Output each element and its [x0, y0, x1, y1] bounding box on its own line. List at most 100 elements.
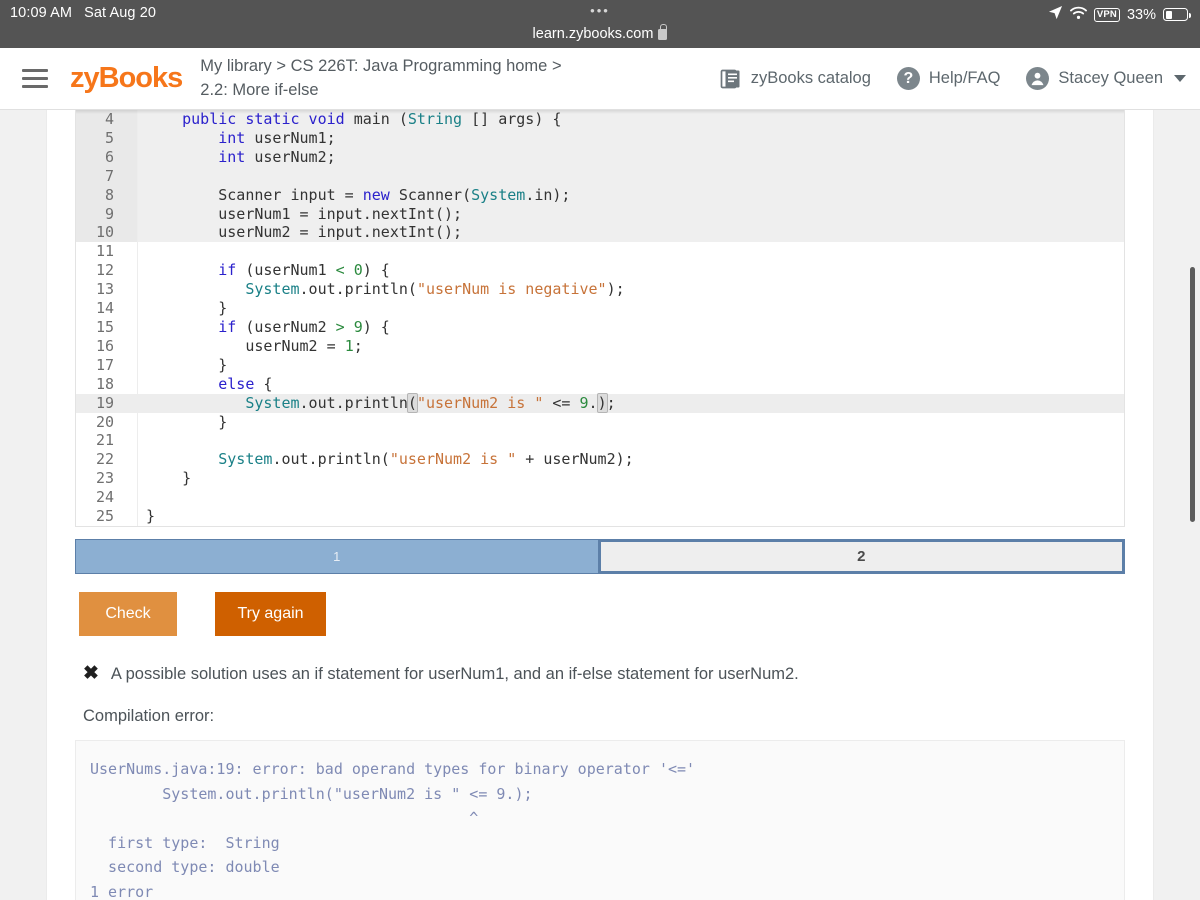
vertical-scrollbar[interactable]	[1190, 267, 1195, 522]
code-token: >	[335, 317, 345, 336]
code-token: ) {	[362, 261, 390, 280]
gutter-divider	[124, 507, 138, 526]
code-token: 1	[344, 336, 354, 355]
line-number: 22	[95, 450, 114, 469]
code-line[interactable]: 18 else {	[76, 374, 1124, 394]
code-line[interactable]: 10 userNum2 = input.nextInt();	[76, 223, 1124, 243]
code-token: userNum2 =	[146, 336, 345, 355]
code-text: }	[138, 299, 227, 318]
battery-percent: 33%	[1126, 6, 1156, 23]
code-text: }	[138, 413, 227, 432]
check-button[interactable]: Check	[79, 591, 177, 636]
code-line[interactable]: 9 userNum1 = input.nextInt();	[76, 204, 1124, 224]
code-text: int userNum1;	[138, 128, 336, 148]
status-time: 10:09 AM	[10, 5, 73, 21]
user-avatar-icon	[1026, 67, 1050, 90]
line-number: 16	[95, 336, 114, 355]
matching-paren-highlight: )	[596, 392, 608, 413]
code-token: System	[218, 450, 273, 469]
gutter-divider	[124, 261, 138, 281]
line-number: 11	[95, 242, 114, 261]
code-token: .in);	[525, 185, 571, 204]
line-number: 19	[95, 393, 114, 412]
code-line[interactable]: 17 }	[76, 355, 1124, 375]
gutter-divider	[124, 336, 138, 356]
code-line[interactable]: 11	[76, 242, 1124, 262]
account-menu[interactable]: Stacey Queen	[1026, 67, 1186, 90]
code-token: System	[471, 185, 526, 204]
status-bar-center: ••• learn.zybooks.com	[0, 4, 1200, 42]
code-token: int	[218, 147, 246, 166]
code-token: int	[218, 128, 246, 147]
code-token: if	[218, 317, 237, 336]
code-line[interactable]: 14 }	[76, 299, 1124, 318]
code-line[interactable]: 4 public static void main (String [] arg…	[76, 110, 1124, 129]
line-number: 5	[76, 128, 124, 148]
x-mark-icon: ✖	[83, 662, 99, 684]
code-line[interactable]: 23 }	[76, 469, 1124, 489]
code-line[interactable]: 22 System.out.println("userNum2 is " + u…	[76, 450, 1124, 470]
gutter-divider	[124, 355, 138, 375]
gutter-divider	[124, 128, 138, 148]
code-line[interactable]: 21	[76, 431, 1124, 451]
compilation-error-label: Compilation error:	[83, 707, 215, 726]
hamburger-menu-icon[interactable]	[22, 69, 48, 88]
line-number: 24	[95, 488, 114, 507]
code-token: (userNum1	[236, 261, 336, 280]
line-number: 6	[76, 147, 124, 167]
code-line[interactable]: 20 }	[76, 412, 1124, 432]
code-line[interactable]: 6 int userNum2;	[76, 147, 1124, 167]
try-again-button[interactable]: Try again	[215, 591, 326, 636]
more-dots-icon[interactable]: •••	[590, 4, 610, 17]
code-token: }	[146, 507, 156, 526]
breadcrumb[interactable]: My library > CS 226T: Java Programming h…	[200, 55, 561, 103]
code-line[interactable]: 8 Scanner input = new Scanner(System.in)…	[76, 185, 1124, 205]
code-token: }	[146, 355, 228, 374]
code-text: System.out.println("userNum2 is " <= 9.)…	[138, 392, 616, 413]
line-number: 7	[76, 166, 124, 186]
content-inner: 4 public static void main (String [] arg…	[47, 110, 1153, 900]
test-case-tab-1[interactable]: 1	[75, 538, 598, 574]
code-line[interactable]: 12 if (userNum1 < 0) {	[76, 261, 1124, 281]
vpn-badge: VPN	[1093, 7, 1120, 22]
help-faq-button[interactable]: ? Help/FAQ	[896, 67, 1000, 90]
code-token: ) {	[362, 317, 390, 336]
code-editor[interactable]: 4 public static void main (String [] arg…	[75, 110, 1125, 527]
zybooks-logo[interactable]: zyBooks	[70, 62, 183, 95]
code-text: }	[138, 507, 155, 526]
code-token: else	[218, 374, 255, 393]
code-line[interactable]: 7	[76, 166, 1124, 186]
code-text: }	[138, 469, 191, 488]
code-token: <	[335, 261, 345, 280]
code-line[interactable]: 16 userNum2 = 1;	[76, 336, 1124, 356]
code-token: Scanner input =	[146, 185, 363, 204]
code-token: .out.println	[299, 393, 408, 412]
address-display[interactable]: learn.zybooks.com	[533, 24, 668, 42]
code-token: userNum1;	[245, 128, 336, 147]
code-line[interactable]: 5 int userNum1;	[76, 128, 1124, 148]
code-token: 9	[353, 317, 363, 336]
code-line[interactable]: 19 System.out.println("userNum2 is " <= …	[76, 392, 1124, 413]
page-body: 4 public static void main (String [] arg…	[0, 110, 1200, 900]
code-token: + userNum2);	[516, 450, 634, 469]
line-number: 25	[95, 507, 114, 526]
test-case-tab-2[interactable]: 2	[597, 538, 1125, 574]
code-line[interactable]: 25}	[76, 507, 1124, 526]
line-number: 10	[76, 223, 124, 243]
feedback-message: A possible solution uses an if statement…	[110, 664, 799, 683]
code-token: .out.println(	[272, 450, 390, 469]
code-line[interactable]: 15 if (userNum2 > 9) {	[76, 317, 1124, 337]
zybooks-catalog-button[interactable]: zyBooks catalog	[720, 68, 871, 90]
gutter-divider	[124, 299, 138, 318]
gutter-divider	[124, 374, 138, 394]
line-number: 13	[95, 280, 114, 299]
code-line[interactable]: 13 System.out.println("userNum is negati…	[76, 280, 1124, 300]
breadcrumb-line-1[interactable]: My library > CS 226T: Java Programming h…	[200, 55, 561, 79]
code-text: Scanner input = new Scanner(System.in);	[138, 186, 570, 205]
question-mark-icon: ?	[896, 67, 920, 90]
code-line[interactable]: 24	[76, 488, 1124, 508]
